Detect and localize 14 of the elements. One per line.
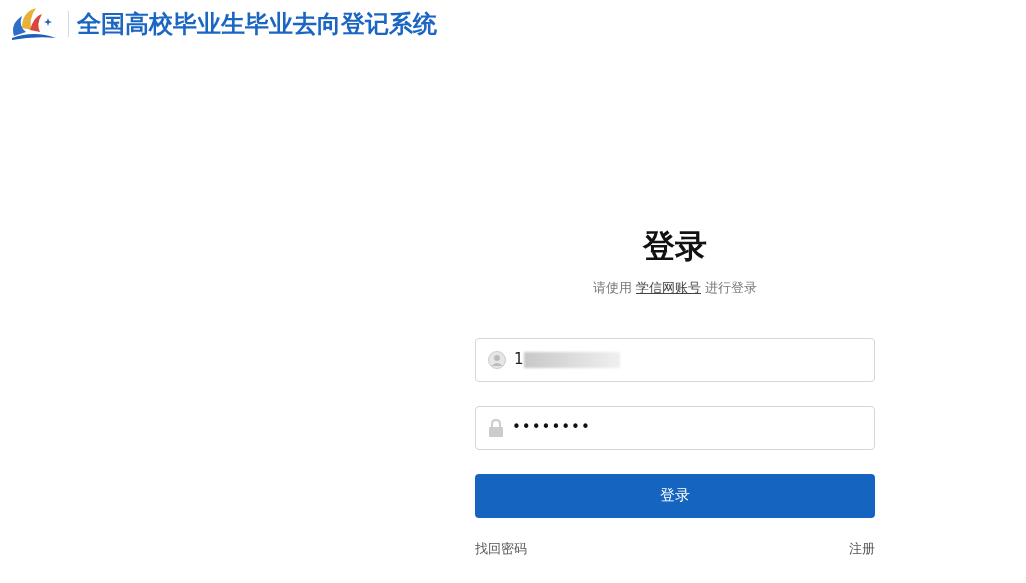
username-field[interactable]: 1 [475, 337, 875, 382]
user-icon [488, 350, 506, 369]
login-title: 登录 [643, 226, 707, 267]
password-value: •••••••• [512, 417, 591, 439]
lock-icon [488, 418, 504, 437]
account-link[interactable]: 学信网账号 [636, 278, 701, 298]
password-field[interactable]: •••••••• [475, 405, 875, 450]
system-title: 全国高校毕业生毕业去向登记系统 [77, 9, 437, 40]
register-link[interactable]: 注册 [849, 538, 875, 558]
login-button[interactable]: 登录 [475, 473, 875, 518]
username-value: 1 [514, 349, 524, 371]
forgot-password-link[interactable]: 找回密码 [475, 538, 527, 558]
subtitle-text: 请使用 [593, 279, 632, 297]
subtitle-text: 进行登录 [705, 279, 757, 297]
